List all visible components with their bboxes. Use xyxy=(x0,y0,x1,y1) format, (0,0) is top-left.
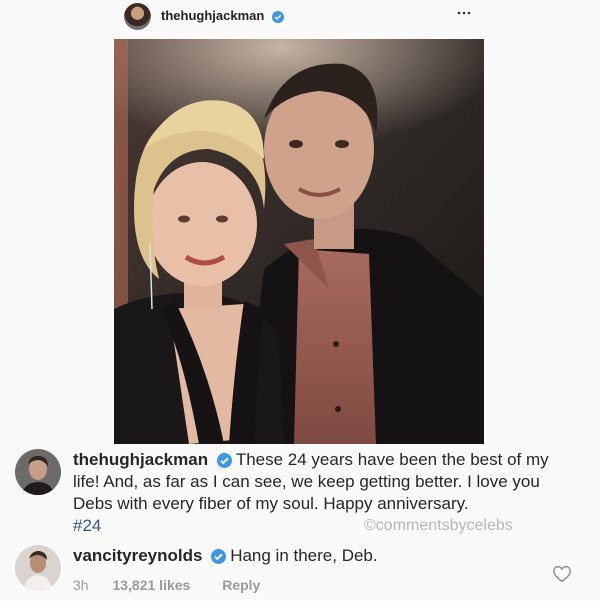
header-avatar[interactable] xyxy=(124,3,151,30)
caption-username[interactable]: thehughjackman xyxy=(73,450,208,469)
watermark: ©commentsbycelebs xyxy=(364,517,513,534)
reply-username[interactable]: vancityreynolds xyxy=(73,546,202,565)
heart-icon[interactable] xyxy=(552,565,572,583)
verified-badge-icon xyxy=(211,549,227,565)
caption-avatar[interactable] xyxy=(15,449,61,495)
caption-hashtag[interactable]: #24 xyxy=(73,516,101,535)
post-photo-illustration xyxy=(114,39,484,444)
reply-time: 3h xyxy=(73,577,89,593)
more-horizontal-icon[interactable] xyxy=(456,8,472,18)
reply-meta: 3h 13,821 likes Reply xyxy=(73,577,288,593)
verified-badge-icon xyxy=(271,10,284,23)
reply-text: Hang in there, Deb. xyxy=(230,546,378,565)
post-photo[interactable] xyxy=(114,39,484,444)
reply-likes[interactable]: 13,821 likes xyxy=(112,577,190,593)
verified-badge-icon xyxy=(216,453,232,469)
reply-text-block: vancityreynolds Hang in there, Deb. xyxy=(73,545,573,567)
header-username[interactable]: thehughjackman xyxy=(161,8,264,23)
reply-avatar[interactable] xyxy=(15,545,61,591)
post-header: thehughjackman xyxy=(0,0,600,34)
header-username-row[interactable]: thehughjackman xyxy=(161,8,284,23)
reply-button[interactable]: Reply xyxy=(222,577,260,593)
